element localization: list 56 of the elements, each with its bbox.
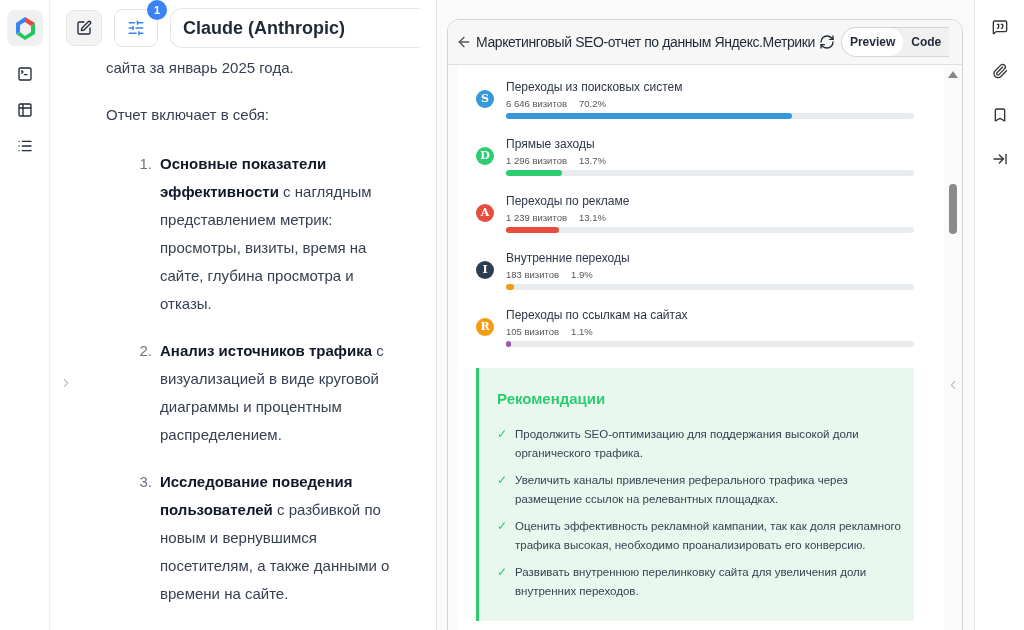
list-icon[interactable] bbox=[16, 138, 33, 154]
source-letter-icon: A bbox=[476, 204, 494, 222]
source-name: Прямые заходы bbox=[506, 136, 596, 152]
source-letter-icon: D bbox=[476, 147, 494, 165]
share-percent: 13.7% bbox=[579, 154, 606, 168]
check-icon: ✓ bbox=[497, 470, 509, 509]
share-percent: 1.9% bbox=[571, 268, 593, 282]
back-icon[interactable] bbox=[456, 34, 472, 50]
edit-icon bbox=[76, 20, 92, 36]
source-letter-icon: S bbox=[476, 90, 494, 108]
source-name: Внутренние переходы bbox=[506, 250, 631, 266]
chat-text: сайта за январь 2025 года. bbox=[106, 58, 295, 78]
scrollbar-thumb[interactable] bbox=[949, 184, 957, 234]
check-icon: ✓ bbox=[497, 516, 509, 555]
list-item-text: Основные показатели эффективности с наглядным представлением метрик: просмотры, визиты, время на сайте, глубина просмотра и отказы. bbox=[160, 154, 373, 314]
artifact-title: Маркетинговый SEO-отчет по данным Яндекс.Метрики bbox=[476, 32, 815, 52]
source-name: Переходы из поисковых систем bbox=[506, 79, 684, 95]
visits-count: 1 296 визитов bbox=[506, 154, 567, 168]
recommendation-text: Развивать внутреннюю перелинковку сайта для увеличения доли внутренних переходов. bbox=[515, 564, 868, 599]
scroll-up-icon[interactable] bbox=[948, 71, 958, 78]
sliders-icon bbox=[127, 19, 145, 37]
visits-count: 1 239 визитов bbox=[506, 211, 567, 225]
list-number: 1. bbox=[138, 154, 152, 174]
terminal-icon[interactable] bbox=[16, 66, 33, 82]
source-name: Переходы по ссылкам на сайтах bbox=[506, 307, 689, 323]
app-logo[interactable] bbox=[6, 10, 43, 46]
share-percent: 13.1% bbox=[579, 211, 606, 225]
share-percent: 70.2% bbox=[579, 97, 606, 111]
refresh-icon[interactable] bbox=[818, 34, 835, 50]
recommendation-text: Оценить эффективность рекламной кампании, так как доля рекламного трафика высокая, необходимо проанализировать его конверсию. bbox=[515, 518, 902, 553]
recommendation-text: Продолжить SEO-оптимизацию для поддержания высокой доли органического трафика. bbox=[515, 426, 860, 461]
source-letter-icon: R bbox=[476, 318, 494, 336]
attachment-icon[interactable] bbox=[991, 63, 1008, 79]
visits-count: 6 646 визитов bbox=[506, 97, 567, 111]
share-percent: 1.1% bbox=[571, 325, 593, 339]
list-number: 3. bbox=[138, 472, 152, 492]
source-name: Переходы по рекламе bbox=[506, 193, 631, 209]
source-letter-icon: I bbox=[476, 261, 494, 279]
recommendation-text: Увеличить каналы привлечения реферального трафика через размещение ссылок на релевантных площадках. bbox=[515, 472, 849, 507]
visits-count: 105 визитов bbox=[506, 325, 560, 339]
check-icon: ✓ bbox=[497, 424, 509, 463]
quote-icon[interactable] bbox=[991, 19, 1008, 35]
recommendations-title: Рекомендации bbox=[497, 389, 607, 409]
visits-count: 183 визитов bbox=[506, 268, 560, 282]
check-icon: ✓ bbox=[497, 562, 509, 601]
model-selector[interactable]: Claude (Anthropic) bbox=[170, 8, 420, 48]
list-item-text: Анализ источников трафика с визуализацией в виде круговой диаграммы и процентным распределением. bbox=[160, 341, 385, 445]
table-icon[interactable] bbox=[16, 102, 33, 118]
list-number: 2. bbox=[138, 341, 152, 361]
view-tab[interactable]: Preview bbox=[841, 28, 904, 56]
list-item-text: Исследование поведения пользователей с разбивкой по новым и вернувшимся посетителям, а также данными о времени на сайте. bbox=[160, 472, 391, 604]
chat-text: Отчет включает в себя: bbox=[106, 105, 270, 125]
view-tab[interactable]: Code bbox=[903, 28, 950, 56]
notification-badge: 1 bbox=[147, 0, 167, 20]
collapse-panel-icon[interactable] bbox=[991, 151, 1008, 167]
new-chat-button[interactable] bbox=[66, 10, 102, 46]
